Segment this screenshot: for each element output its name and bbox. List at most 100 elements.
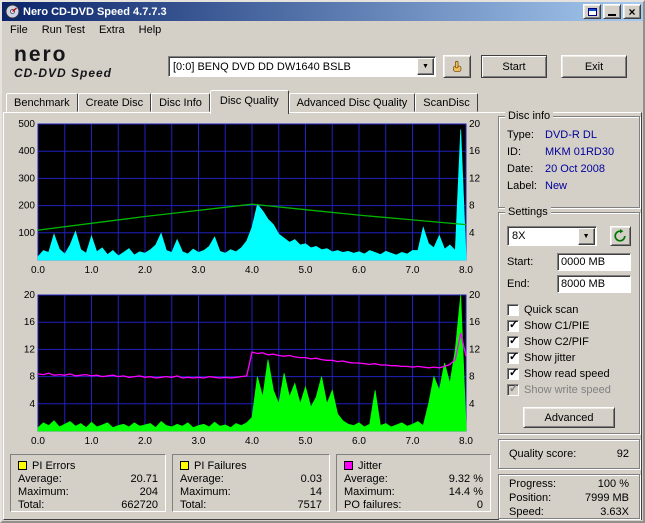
tab-disc-quality[interactable]: Disc Quality: [209, 90, 289, 114]
jitter-panel: Jitter Average: 9.32 % Maximum: 14.4 % PO …: [336, 454, 491, 512]
titlebar-app-button[interactable]: [583, 4, 601, 19]
checkbox-label: Show read speed: [524, 368, 610, 380]
checkbox-box: [507, 304, 519, 316]
show-jitter-checkbox[interactable]: Show jitter: [507, 350, 631, 366]
start-input[interactable]: 0000 MB: [557, 253, 631, 271]
svg-text:0.0: 0.0: [31, 265, 45, 276]
svg-text:8.0: 8.0: [459, 436, 473, 447]
end-label: End:: [507, 278, 530, 290]
disc-label-row: Label: New: [499, 178, 639, 195]
tab-benchmark[interactable]: Benchmark: [6, 93, 78, 112]
svg-text:200: 200: [18, 201, 35, 212]
menu-file[interactable]: File: [3, 22, 35, 38]
speed-label: Speed:: [509, 506, 544, 518]
start-label: Start:: [507, 256, 534, 268]
start-button[interactable]: Start: [481, 55, 547, 78]
stat-row: Maximum: 204: [18, 486, 158, 498]
settings-title: Settings: [505, 206, 551, 218]
toolbar: nero CD-DVD Speed [0:0] BENQ DVD DD DW16…: [2, 39, 643, 91]
disc-id-value: MKM 01RD30: [545, 146, 615, 158]
close-icon: ×: [628, 4, 636, 19]
svg-text:8: 8: [469, 201, 475, 212]
jitter-title: Jitter: [358, 459, 382, 472]
svg-text:1.0: 1.0: [85, 436, 99, 447]
disc-id-label: ID:: [507, 146, 522, 158]
menu-help[interactable]: Help: [132, 22, 169, 38]
speed-row: Speed: 3.63X: [499, 506, 639, 519]
quality-score-box: Quality score: 92: [498, 439, 640, 469]
advanced-button[interactable]: Advanced: [523, 407, 615, 428]
minimize-button[interactable]: [603, 4, 621, 19]
speed-value: 3.63X: [600, 506, 629, 518]
show-read-speed-checkbox[interactable]: Show read speed: [507, 366, 631, 382]
pi-errors-legend-icon: [18, 461, 27, 470]
disc-date-value: 20 Oct 2008: [545, 163, 605, 175]
svg-text:12: 12: [469, 344, 481, 355]
tab-strip: Benchmark Create Disc Disc Info Disc Qua…: [6, 90, 478, 114]
nero-logo: nero CD-DVD Speed: [14, 44, 112, 79]
minimize-icon: [608, 14, 616, 16]
svg-text:2.0: 2.0: [138, 436, 152, 447]
quick-scan-checkbox[interactable]: Quick scan: [507, 302, 631, 318]
pi-errors-head: PI Errors: [18, 459, 158, 472]
speed-select-value: 8X: [512, 230, 526, 242]
checkbox-label: Show C1/PIE: [524, 320, 590, 332]
menu-extra[interactable]: Extra: [92, 22, 132, 38]
svg-text:16: 16: [24, 317, 36, 328]
disc-date-row: Date: 20 Oct 2008: [499, 161, 639, 178]
tab-disc-info[interactable]: Disc Info: [151, 93, 210, 112]
chevron-down-icon[interactable]: ▼: [417, 58, 434, 75]
disc-type-label: Type:: [507, 129, 534, 141]
svg-text:6.0: 6.0: [352, 436, 366, 447]
stat-row: Average: 0.03: [180, 473, 322, 485]
drive-select[interactable]: [0:0] BENQ DVD DD DW1640 BSLB ▼: [168, 56, 436, 77]
drive-select-value: [0:0] BENQ DVD DD DW1640 BSLB: [173, 60, 351, 73]
svg-text:8: 8: [29, 372, 35, 383]
show-c2-pif-checkbox[interactable]: Show C2/PIF: [507, 334, 631, 350]
position-row: Position: 7999 MB: [499, 492, 639, 505]
pi-errors-panel: PI Errors Average: 20.71 Maximum: 204 Tota…: [10, 454, 166, 512]
tab-scandisc[interactable]: ScanDisc: [415, 93, 478, 112]
pi-failures-panel: PI Failures Average: 0.03 Maximum: 14 Tota…: [172, 454, 330, 512]
svg-text:16: 16: [469, 146, 481, 157]
end-field-row: End: 8000 MB: [507, 275, 631, 293]
show-write-speed-checkbox: Show write speed: [507, 382, 631, 398]
position-label: Position:: [509, 492, 552, 504]
svg-text:16: 16: [469, 317, 481, 328]
window-icon: [587, 7, 597, 16]
pi-failures-jitter-chart: 4 8 12 16 20 4 8 12 16 20 0.0 1.0 2.0 3.0 4.0 5.0 6.0 7.0…: [24, 290, 481, 447]
menu-run-test[interactable]: Run Test: [35, 22, 92, 38]
logo-subtext: CD-DVD Speed: [14, 66, 113, 80]
exit-button[interactable]: Exit: [561, 55, 627, 78]
svg-text:4.0: 4.0: [245, 265, 259, 276]
speed-row: 8X ▼: [507, 226, 631, 246]
svg-text:4: 4: [469, 228, 475, 239]
start-field-row: Start: 0000 MB: [507, 253, 631, 271]
end-input[interactable]: 8000 MB: [557, 275, 631, 293]
quality-score-row: Quality score: 92: [499, 440, 639, 468]
stat-row: Maximum: 14.4 %: [344, 486, 483, 498]
hand-pointer-button[interactable]: [443, 55, 471, 78]
progress-box: Progress: 100 % Position: 7999 MB Speed:…: [498, 474, 640, 519]
svg-text:8.0: 8.0: [459, 265, 473, 276]
stat-row: PO failures: 0: [344, 499, 483, 511]
stat-row: Total: 662720: [18, 499, 158, 511]
refresh-button[interactable]: [609, 226, 631, 246]
svg-text:4.0: 4.0: [245, 436, 259, 447]
svg-text:5.0: 5.0: [299, 436, 313, 447]
progress-label: Progress:: [509, 478, 557, 490]
svg-text:8: 8: [469, 372, 475, 383]
speed-select[interactable]: 8X ▼: [507, 226, 597, 246]
close-button[interactable]: ×: [623, 4, 641, 19]
progress-value: 100 %: [597, 478, 629, 490]
settings-group: Settings 8X ▼ Start: 0000 MB End: 8000 M…: [498, 206, 640, 434]
jitter-legend-icon: [344, 461, 353, 470]
show-c1-pie-checkbox[interactable]: Show C1/PIE: [507, 318, 631, 334]
logo-text: nero: [14, 43, 68, 66]
svg-text:7.0: 7.0: [406, 265, 420, 276]
tab-create-disc[interactable]: Create Disc: [77, 93, 152, 112]
tab-advanced-disc-quality[interactable]: Advanced Disc Quality: [288, 93, 416, 112]
chevron-down-icon[interactable]: ▼: [577, 227, 595, 245]
svg-text:20: 20: [469, 119, 481, 130]
checkbox-label: Show jitter: [524, 352, 576, 364]
